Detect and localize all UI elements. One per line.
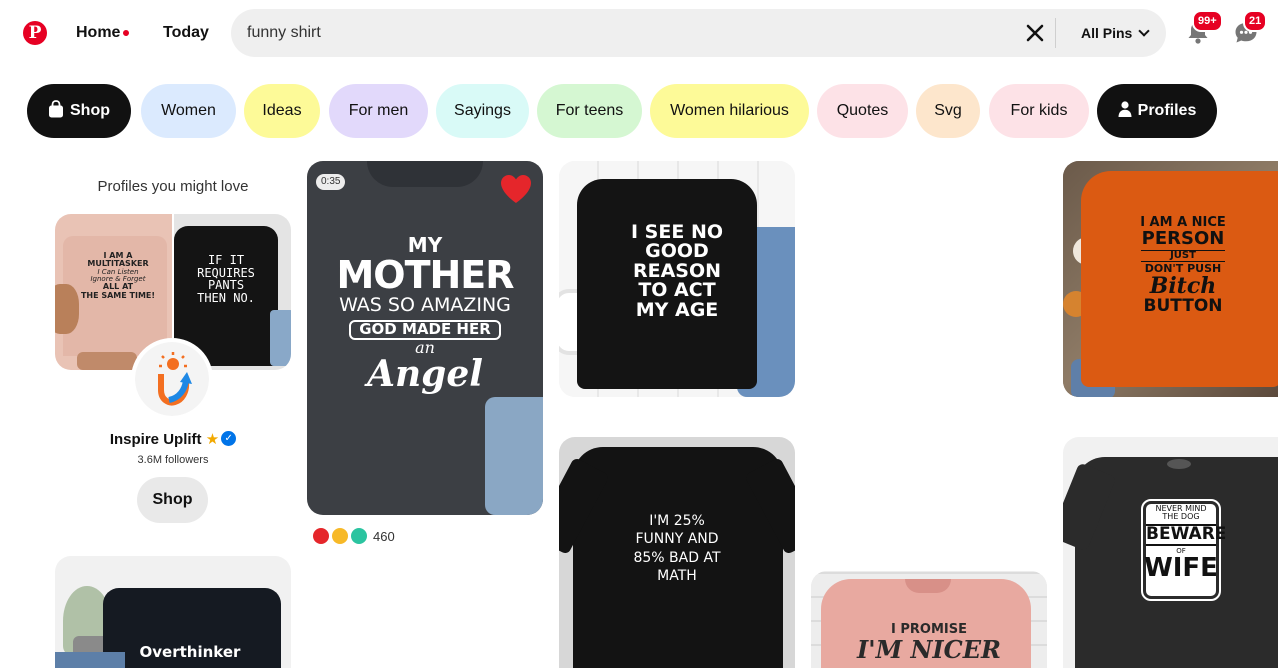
shirt-text-line: MATH (657, 568, 697, 585)
chip-sayings[interactable]: Sayings (436, 84, 529, 138)
messages-button[interactable]: 21 (1230, 10, 1268, 48)
profile-shop-button[interactable]: Shop (137, 477, 208, 523)
shirt-text-line: WIFE (1144, 552, 1218, 583)
nav-today[interactable]: Today (150, 14, 222, 52)
search-filter-label: All Pins (1081, 25, 1133, 41)
pin-mother-angel[interactable]: 0:35 MY MOTHER WAS SO AMAZING GOD MADE H… (307, 161, 543, 515)
shopping-bag-icon (49, 99, 63, 118)
shirt-text-line: BUTTON (1143, 295, 1223, 316)
shirt-text-line: MY AGE (635, 298, 719, 321)
video-duration: 0:35 (316, 174, 346, 190)
shirt-text-line: PANTS (207, 278, 245, 293)
pin-funny-math[interactable]: I'M 25% FUNNY AND 85% BAD AT MATH (559, 437, 795, 668)
chevron-down-icon (1138, 25, 1151, 37)
notifications-badge: 99+ (1192, 10, 1223, 32)
shirt-text-line: I'M 25% (649, 513, 705, 529)
chip-profiles[interactable]: Profiles (1097, 84, 1217, 138)
shirt-text-line: 85% BAD AT (633, 549, 721, 566)
search-input[interactable] (247, 9, 1007, 57)
shirt-text-line: MOTHER (336, 253, 514, 297)
chip-shop[interactable]: Shop (27, 84, 131, 138)
search-divider (1055, 18, 1056, 48)
shirt-text-line: GOD MADE HER (349, 319, 501, 340)
chip-label: Shop (70, 102, 110, 119)
shirt-text-line: FUNNY AND (635, 531, 719, 548)
shirt-text-line: THE DOG (1162, 512, 1200, 522)
chip-for-kids[interactable]: For kids (989, 84, 1089, 138)
shirt-text-line: THEN NO. (197, 290, 255, 305)
pinterest-logo-icon[interactable]: P (23, 21, 47, 45)
face-reaction-icon (332, 528, 348, 544)
shirt-text-line: BEWARE (1146, 523, 1227, 546)
chip-for-men[interactable]: For men (329, 84, 428, 138)
inspire-uplift-logo-icon (135, 342, 209, 416)
reaction-count: 460 (373, 529, 395, 544)
chip-svg[interactable]: Svg (916, 84, 980, 138)
profile-name-text: Inspire Uplift (109, 431, 202, 448)
shirt-text-line: Bitch (1149, 272, 1217, 299)
chip-women-hilarious[interactable]: Women hilarious (650, 84, 809, 138)
nav-home-label: Home (76, 24, 121, 41)
profile-avatar[interactable] (131, 338, 213, 420)
pin-i-promise[interactable]: I PROMISE I'M NICER (811, 571, 1047, 668)
chip-ideas[interactable]: Ideas (244, 84, 320, 138)
clear-search-icon[interactable] (1023, 21, 1047, 45)
chip-for-teens[interactable]: For teens (537, 84, 642, 138)
heart-reaction-icon (313, 528, 329, 544)
person-icon (1118, 101, 1132, 117)
shirt-text-line: Overthinker (139, 643, 241, 661)
shirt-text-line: IF IT (207, 253, 245, 267)
shirt-text-line: TO ACT (638, 279, 716, 302)
home-indicator-dot (123, 30, 130, 36)
chip-label: Profiles (1137, 102, 1197, 119)
shirt-text-line: JUST (1141, 249, 1225, 263)
shirt-text-line: THE SAME TIME! (80, 290, 156, 300)
shirt-text-line: Angel (367, 353, 483, 396)
pin-nice-person[interactable]: I AM A NICE PERSON JUST DON'T PUSH Bitch… (1063, 161, 1278, 397)
star-reaction-icon (351, 528, 367, 544)
profiles-section-title: Profiles you might love (97, 178, 249, 195)
notifications-button[interactable]: 99+ (1182, 10, 1223, 48)
shirt-text-line: GOOD (645, 240, 709, 263)
profile-followers: 3.6M followers (137, 454, 209, 466)
search-filter-dropdown[interactable]: All Pins (1069, 17, 1160, 49)
profile-name[interactable]: Inspire Uplift ★ ✓ (55, 430, 291, 448)
verified-check-icon: ✓ (221, 430, 237, 446)
shirt-text-line: WAS SO AMAZING (339, 293, 511, 316)
chip-quotes[interactable]: Quotes (817, 84, 908, 138)
star-icon: ★ (205, 431, 220, 448)
shirt-text-line: I'M NICER (857, 634, 1001, 664)
nav-home[interactable]: Home (62, 14, 134, 52)
search-bar: All Pins (231, 9, 1166, 57)
pin-beware-of-wife[interactable]: NEVER MIND THE DOG BEWARE OF WIFE (1063, 437, 1278, 668)
messages-badge: 21 (1243, 10, 1268, 32)
pin-act-my-age[interactable]: I SEE NO GOOD REASON TO ACT MY AGE (559, 161, 795, 397)
top-header: P Home Today All Pins 99+ 21 (0, 0, 1278, 66)
chip-women[interactable]: Women (141, 84, 236, 138)
heart-icon[interactable] (499, 173, 533, 205)
pin-overthinker[interactable]: Overthinker (55, 556, 291, 668)
shirt-text-line: PERSON (1141, 227, 1225, 249)
